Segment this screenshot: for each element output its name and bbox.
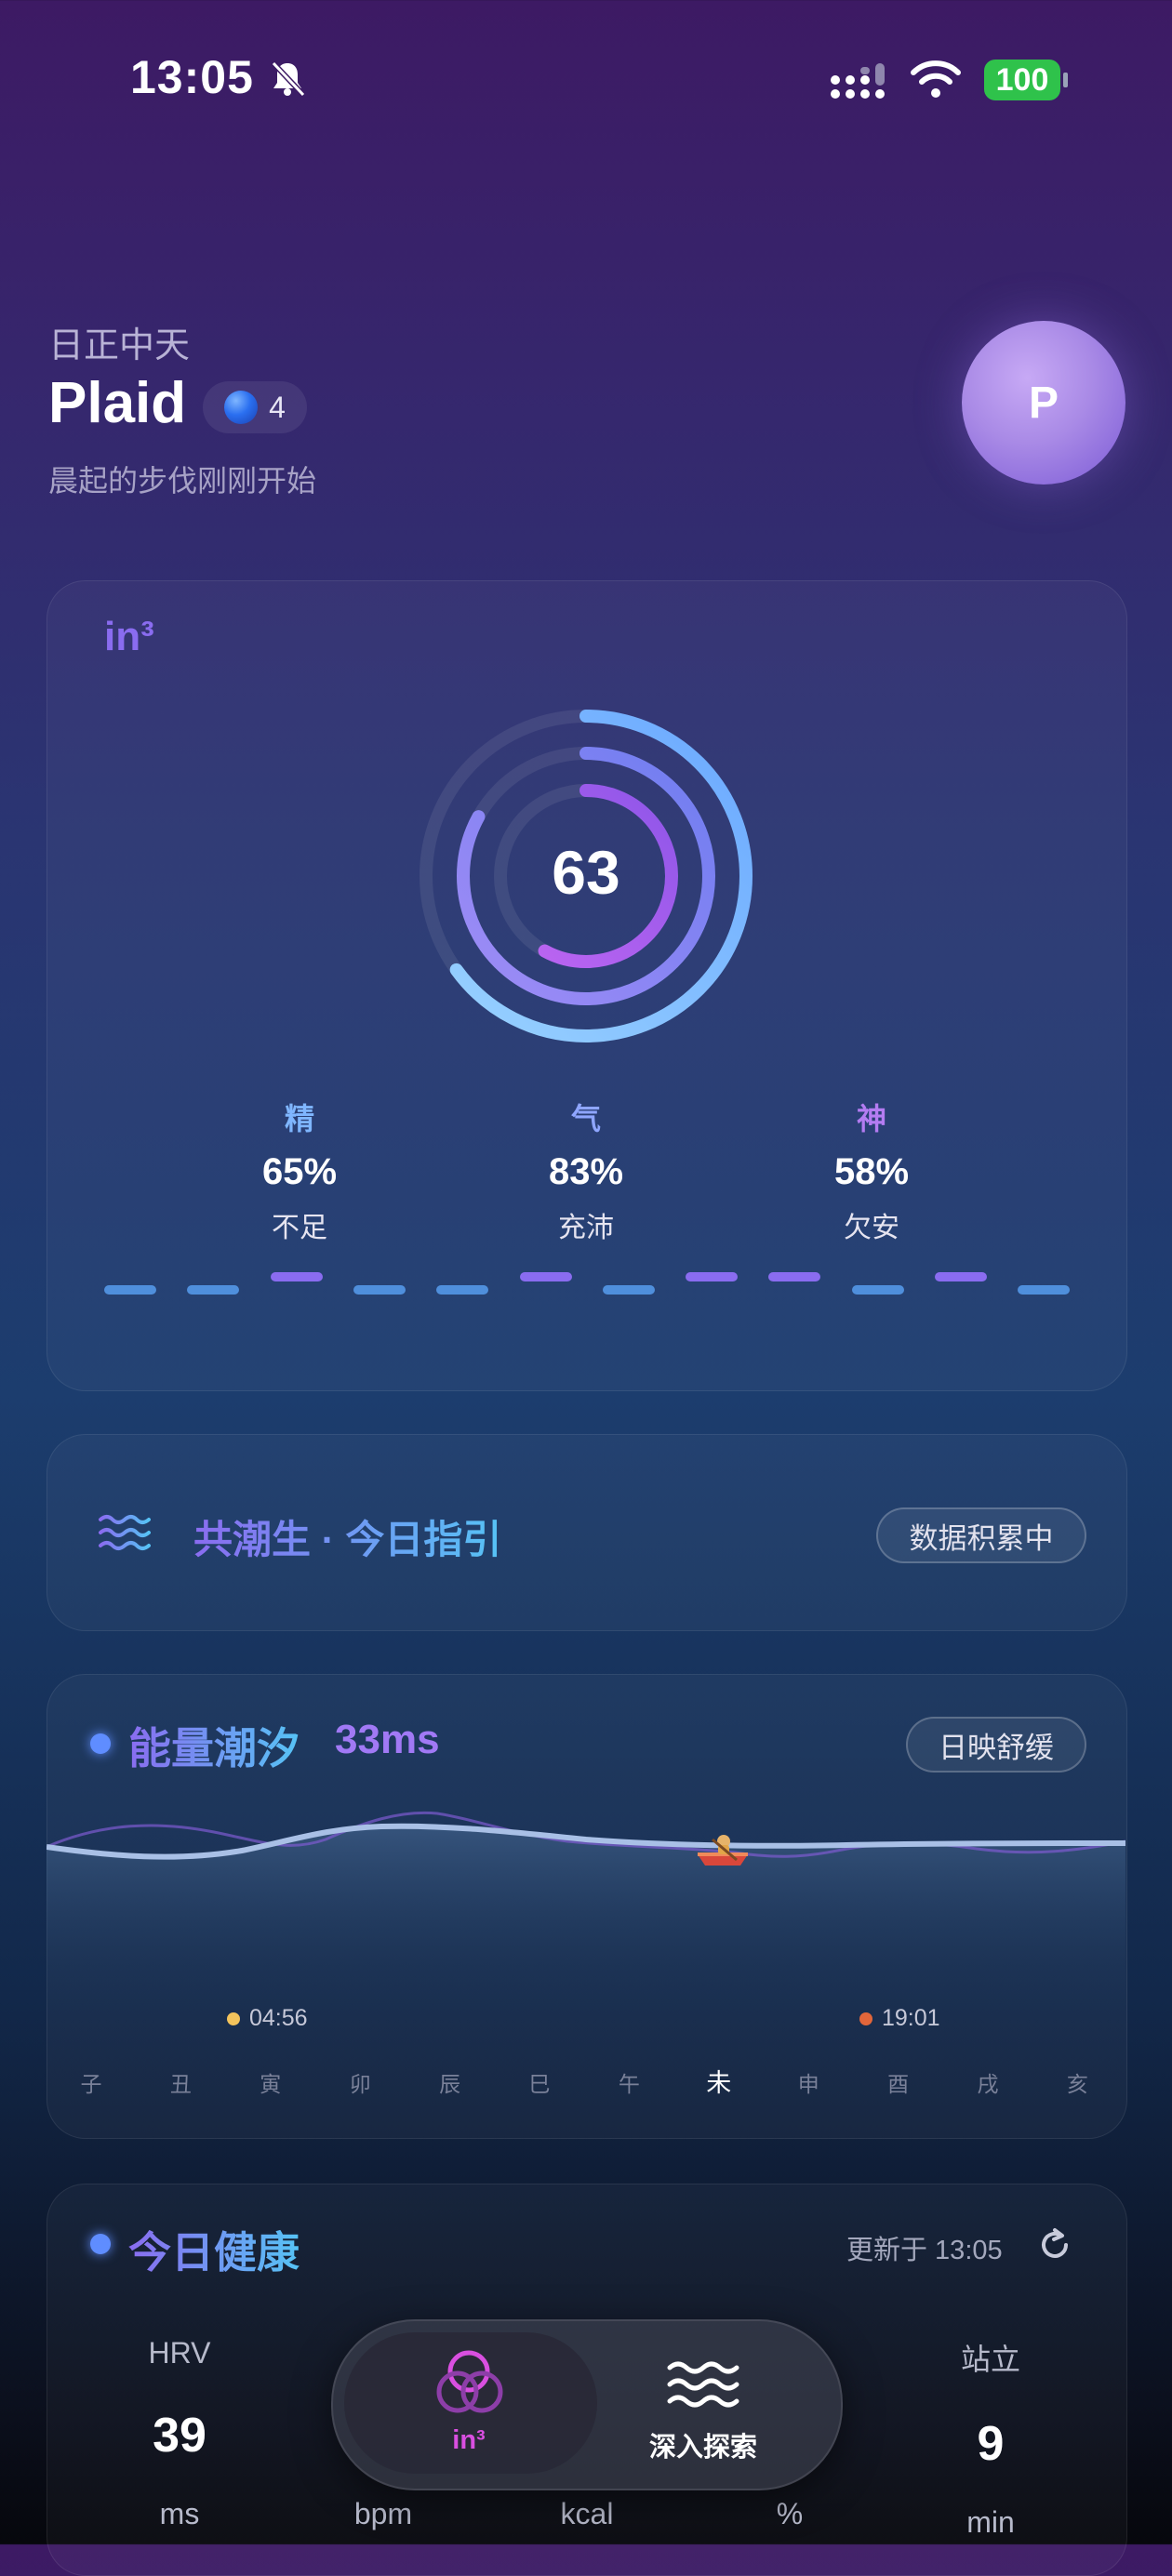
bell-muted-icon bbox=[271, 60, 306, 98]
metric-unit: min bbox=[966, 2505, 1015, 2539]
metric-name: 精 bbox=[284, 1102, 314, 1135]
dash-segment bbox=[851, 1285, 904, 1295]
metric-value: 58% bbox=[833, 1151, 910, 1192]
tab-in3-label: in³ bbox=[452, 2425, 486, 2455]
guide-status-badge: 数据积累中 bbox=[876, 1507, 1086, 1563]
hour-label: 午 bbox=[618, 2072, 640, 2096]
metric-value: 83% bbox=[548, 1151, 624, 1192]
waves-icon[interactable] bbox=[666, 2357, 740, 2412]
health-metric-hrv[interactable]: HRV 39 ms bbox=[105, 2336, 254, 2531]
hour-label: 亥 bbox=[1066, 2072, 1088, 2096]
metric-desc: 充沛 bbox=[558, 1213, 614, 1243]
sunset-time: 19:01 bbox=[859, 2005, 940, 2032]
health-metric-stand[interactable]: 站立 9 min bbox=[916, 2336, 1065, 2540]
metric-name: 气 bbox=[570, 1102, 601, 1135]
dash-segment bbox=[686, 1272, 739, 1281]
metric-unit: % bbox=[776, 2497, 804, 2530]
tide-value: 33ms bbox=[335, 1717, 440, 1762]
tide-title: 能量潮汐 bbox=[128, 1715, 300, 1776]
refresh-icon[interactable] bbox=[1034, 2224, 1075, 2265]
level-badge[interactable]: 4 bbox=[203, 381, 307, 433]
tide-dot-icon bbox=[90, 1733, 111, 1754]
sunrise-dot-icon bbox=[227, 2012, 240, 2025]
sunrise-label: 04:56 bbox=[249, 2005, 308, 2031]
metric-unit: kcal bbox=[560, 2497, 614, 2530]
metric-jing[interactable]: 精 65% 不足 bbox=[197, 1095, 402, 1245]
dash-segment bbox=[436, 1285, 489, 1295]
metric-unit: bpm bbox=[353, 2497, 413, 2530]
level-value: 4 bbox=[269, 390, 286, 424]
sunset-dot-icon bbox=[859, 2012, 872, 2025]
updated-time: 更新于 13:05 bbox=[846, 2236, 1003, 2265]
in3-logo: in³ bbox=[104, 614, 154, 659]
greeting-subtitle: 晨起的步伐刚刚开始 bbox=[48, 464, 317, 498]
tide-badge: 日映舒缓 bbox=[906, 1717, 1086, 1773]
sunrise-time: 04:56 bbox=[227, 2005, 308, 2032]
hour-label: 申 bbox=[797, 2072, 819, 2096]
metric-shen[interactable]: 神 58% 欠安 bbox=[769, 1095, 974, 1245]
metric-name: 神 bbox=[856, 1102, 886, 1135]
health-dot-icon bbox=[90, 2234, 111, 2254]
cellular-signal-icon bbox=[831, 63, 885, 99]
guide-title: 共潮生 · 今日指引 bbox=[193, 1508, 501, 1565]
hour-label: 未 bbox=[706, 2069, 732, 2097]
sunset-label: 19:01 bbox=[882, 2005, 940, 2031]
dash-segment bbox=[1018, 1285, 1071, 1295]
hour-label: 寅 bbox=[260, 2072, 282, 2096]
greeting-text: 日正中天 bbox=[48, 326, 191, 365]
battery-indicator: 100 bbox=[984, 60, 1060, 100]
dash-segment bbox=[187, 1285, 240, 1295]
metric-value: 65% bbox=[261, 1151, 338, 1192]
dash-segment bbox=[519, 1272, 572, 1281]
hour-label: 卯 bbox=[349, 2072, 371, 2096]
metric-desc: 不足 bbox=[272, 1213, 327, 1243]
metric-value: 9 bbox=[977, 2417, 1005, 2471]
orb-icon bbox=[224, 391, 259, 424]
dash-segment bbox=[353, 1285, 406, 1295]
dash-segment bbox=[768, 1272, 821, 1281]
score-value: 63 bbox=[552, 838, 620, 907]
tide-wave-chart bbox=[47, 1811, 1125, 2018]
dash-segment bbox=[935, 1272, 987, 1281]
status-time: 13:05 bbox=[130, 51, 254, 103]
dash-segment bbox=[270, 1272, 323, 1281]
metric-desc: 欠安 bbox=[844, 1213, 899, 1243]
metric-value: 39 bbox=[153, 2409, 206, 2463]
battery-nub bbox=[1063, 73, 1068, 87]
health-title: 今日健康 bbox=[128, 2219, 300, 2280]
wave-icon bbox=[99, 1515, 151, 1550]
user-name: Plaid bbox=[48, 371, 187, 435]
hour-label: 丑 bbox=[169, 2072, 192, 2096]
wifi-icon bbox=[911, 60, 961, 98]
hour-label: 辰 bbox=[439, 2072, 461, 2096]
hour-label: 巳 bbox=[528, 2072, 551, 2096]
metric-unit: ms bbox=[159, 2497, 200, 2530]
dash-segment bbox=[602, 1285, 655, 1295]
dash-segment bbox=[104, 1285, 156, 1295]
tab-explore-label[interactable]: 深入探索 bbox=[633, 2425, 774, 2464]
avatar[interactable]: P bbox=[962, 321, 1125, 485]
metric-label: HRV bbox=[148, 2336, 211, 2370]
rings-icon bbox=[436, 2350, 503, 2413]
metric-label: 站立 bbox=[960, 2343, 1020, 2376]
metric-qi[interactable]: 气 83% 充沛 bbox=[484, 1095, 688, 1245]
hour-label: 酉 bbox=[887, 2072, 910, 2096]
hour-label: 戌 bbox=[977, 2072, 999, 2096]
hour-label: 子 bbox=[80, 2072, 102, 2096]
